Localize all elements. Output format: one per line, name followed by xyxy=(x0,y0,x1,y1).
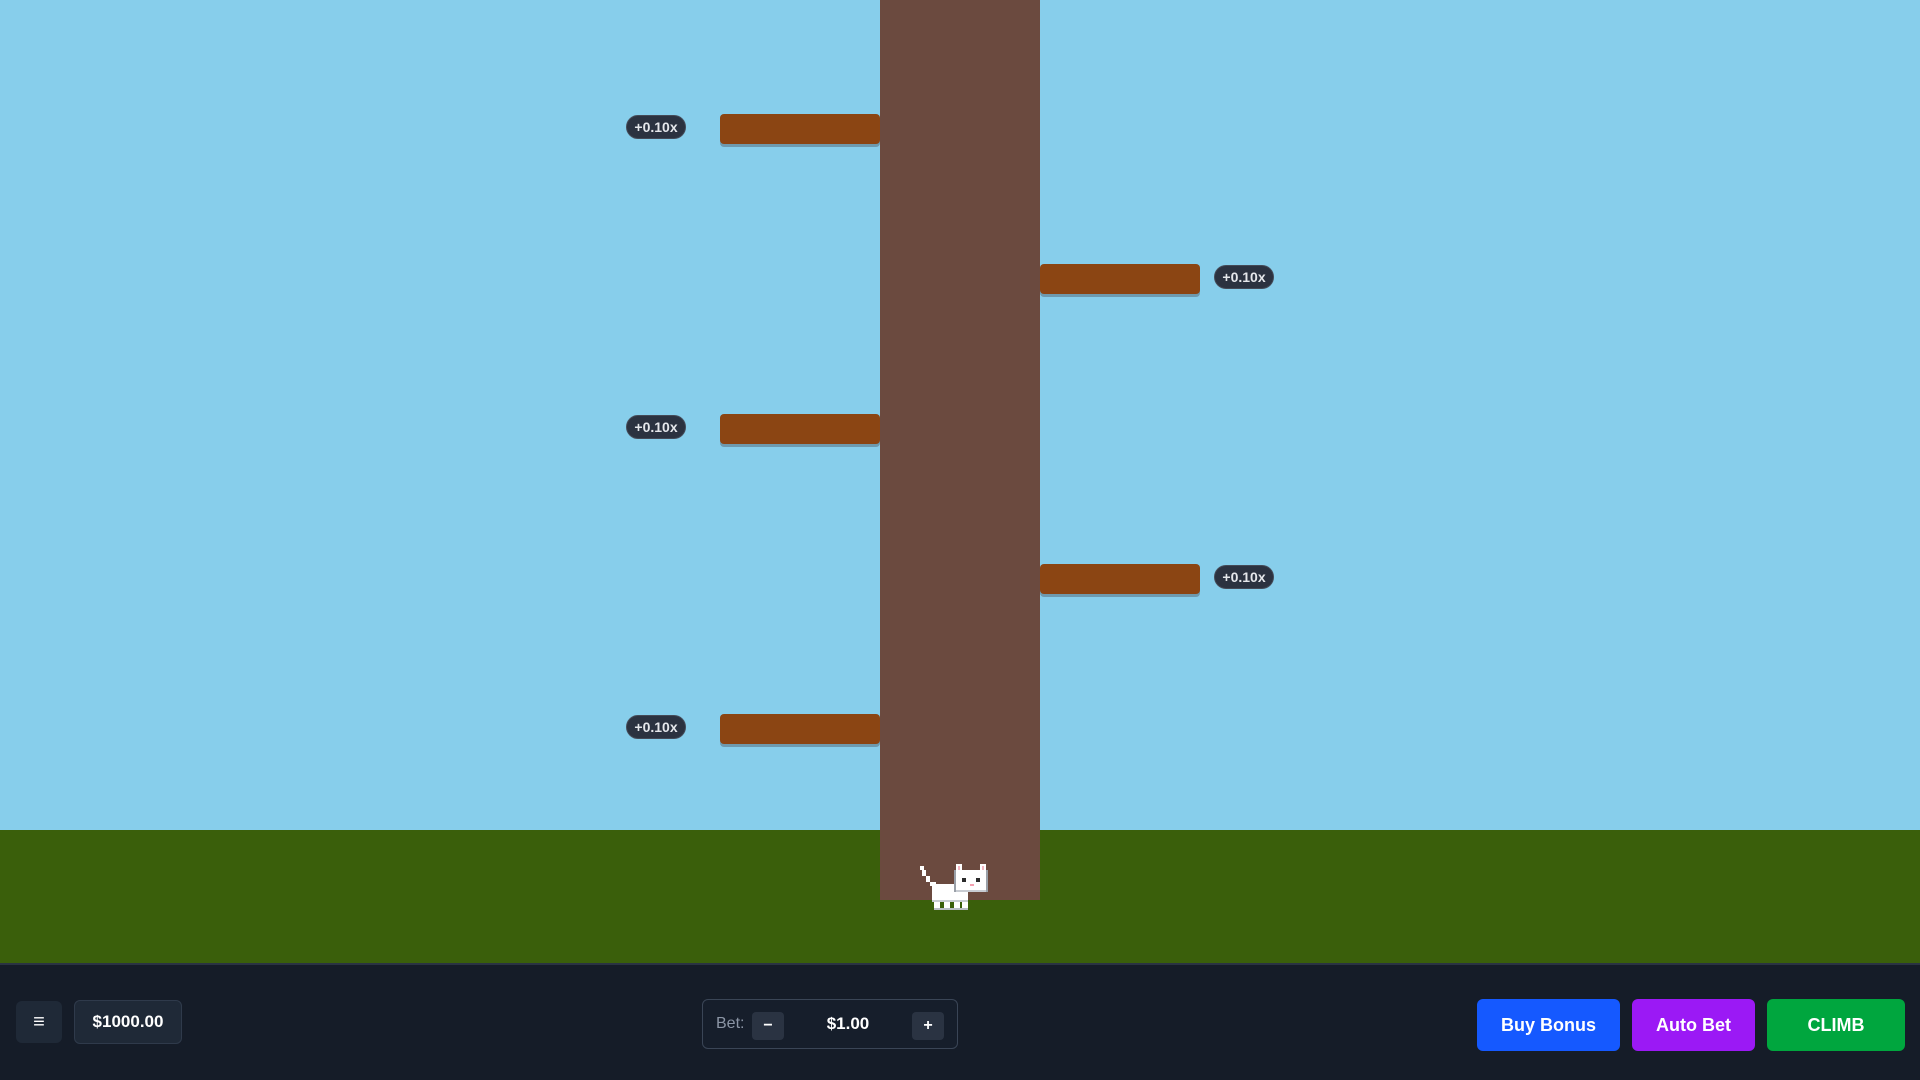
branch-multiplier-badge: +0.10x xyxy=(1214,565,1274,589)
tree-trunk xyxy=(880,0,1040,900)
game-stage: +0.10x +0.10x +0.10x +0.10x +0.10x ≡ $10… xyxy=(0,0,1920,1080)
branch-multiplier-badge: +0.10x xyxy=(626,115,686,139)
balance-display: $1000.00 xyxy=(74,1000,182,1044)
hamburger-menu-icon: ≡ xyxy=(33,1010,45,1033)
branch xyxy=(720,414,880,444)
climb-button[interactable]: CLIMB xyxy=(1767,999,1905,1051)
decrease-bet-button[interactable]: − xyxy=(752,1012,784,1040)
buy-bonus-button[interactable]: Buy Bonus xyxy=(1477,999,1620,1051)
increase-bet-button[interactable]: + xyxy=(912,1012,944,1040)
auto-bet-button[interactable]: Auto Bet xyxy=(1632,999,1755,1051)
branch xyxy=(1040,564,1200,594)
menu-button[interactable]: ≡ xyxy=(16,1001,62,1043)
branch-multiplier-badge: +0.10x xyxy=(626,715,686,739)
bet-control: Bet: − $1.00 + xyxy=(702,999,958,1049)
branch xyxy=(720,714,880,744)
branch-multiplier-badge: +0.10x xyxy=(626,415,686,439)
branch-multiplier-badge: +0.10x xyxy=(1214,265,1274,289)
bet-label: Bet: xyxy=(716,1015,745,1032)
cat-icon xyxy=(920,864,988,910)
branch xyxy=(1040,264,1200,294)
branch xyxy=(720,114,880,144)
bet-amount: $1.00 xyxy=(826,1014,870,1033)
